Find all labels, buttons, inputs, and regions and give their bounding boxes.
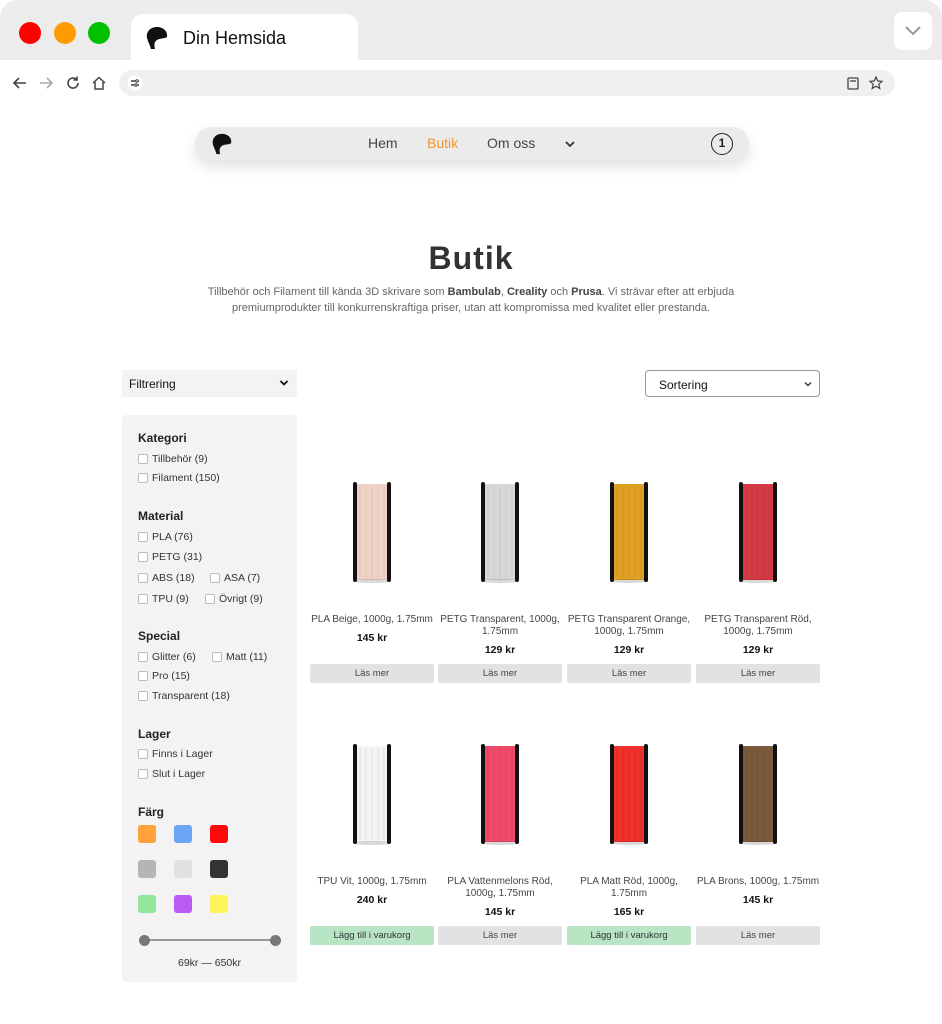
checkbox-abs[interactable]: ABS (18) <box>138 572 195 584</box>
product-name[interactable]: PLA Beige, 1000g, 1.75mm <box>306 614 438 626</box>
site-logo-icon <box>146 27 168 49</box>
chevron-down-icon <box>279 380 289 386</box>
page-title: Butik <box>428 240 514 276</box>
stock-heading: Lager <box>138 727 171 741</box>
read-more-button[interactable]: Läs mer <box>696 664 820 683</box>
home-icon[interactable] <box>90 74 108 92</box>
toolbar <box>0 60 942 106</box>
site-navbar: Hem Butik Om oss 1 <box>195 127 749 161</box>
product-price: 129 kr <box>742 644 774 656</box>
filter-sidebar: Kategori Tillbehör (9) Filament (150) Ma… <box>122 415 297 982</box>
product-price: 240 kr <box>356 894 388 906</box>
sort-dropdown-label: Sortering <box>659 378 708 392</box>
nav-link-om-oss[interactable]: Om oss <box>487 135 535 151</box>
browser-tab[interactable]: Din Hemsida <box>131 14 358 61</box>
category-heading: Kategori <box>138 431 187 445</box>
material-heading: Material <box>138 509 184 523</box>
product-image[interactable] <box>567 480 691 585</box>
read-more-button[interactable]: Läs mer <box>438 926 562 945</box>
color-heading: Färg <box>138 805 165 819</box>
filter-dropdown-label: Filtrering <box>129 377 176 391</box>
chevron-down-icon <box>804 382 812 387</box>
sort-dropdown[interactable]: Sortering <box>645 370 820 397</box>
color-swatch-yellow[interactable] <box>210 895 228 913</box>
product-price: 145 kr <box>742 894 774 906</box>
product-price: 165 kr <box>613 906 645 918</box>
product-image[interactable] <box>567 742 691 847</box>
color-swatch-black[interactable] <box>210 860 228 878</box>
checkbox-out-of-stock[interactable]: Slut i Lager <box>138 768 205 780</box>
product-image[interactable] <box>310 480 434 585</box>
page-description: Tillbehör och Filament till kända 3D skr… <box>207 286 735 314</box>
color-swatch-purple[interactable] <box>174 895 192 913</box>
checkbox-glitter[interactable]: Glitter (6) <box>138 651 196 663</box>
product-name[interactable]: TPU Vit, 1000g, 1.75mm <box>306 876 438 888</box>
product-image[interactable] <box>310 742 434 847</box>
chevron-down-icon[interactable] <box>563 137 577 151</box>
site-settings-icon[interactable] <box>127 75 143 91</box>
read-more-button[interactable]: Läs mer <box>438 664 562 683</box>
reading-list-icon[interactable] <box>845 75 861 91</box>
reload-icon[interactable] <box>64 74 82 92</box>
read-more-button[interactable]: Läs mer <box>696 926 820 945</box>
product-price: 145 kr <box>356 632 388 644</box>
color-swatch-green[interactable] <box>138 895 156 913</box>
chevron-down-icon <box>905 26 921 36</box>
site-logo-icon[interactable] <box>211 133 233 155</box>
product-name[interactable]: PETG Transparent, 1000g, 1.75mm <box>434 614 566 638</box>
color-swatch-red[interactable] <box>210 825 228 843</box>
tab-title: Din Hemsida <box>183 28 287 48</box>
price-range-track[interactable] <box>144 939 275 941</box>
checkbox-tpu[interactable]: TPU (9) <box>138 593 189 605</box>
product-price: 129 kr <box>613 644 645 656</box>
filter-dropdown[interactable]: Filtrering <box>122 370 297 397</box>
back-icon[interactable] <box>11 74 29 92</box>
price-range-label: 69kr — 650kr <box>177 957 242 969</box>
forward-icon[interactable] <box>37 74 55 92</box>
price-range-min-handle[interactable] <box>139 935 150 946</box>
checkbox-pla[interactable]: PLA (76) <box>138 531 193 543</box>
checkbox-ovrigt[interactable]: Övrigt (9) <box>205 593 263 605</box>
checkbox-filament[interactable]: Filament (150) <box>138 472 220 484</box>
checkbox-tillbehor[interactable]: Tillbehör (9) <box>138 453 208 465</box>
product-name[interactable]: PLA Matt Röd, 1000g, 1.75mm <box>563 876 695 900</box>
product-image[interactable] <box>438 480 562 585</box>
checkbox-petg[interactable]: PETG (31) <box>138 551 202 563</box>
product-name[interactable]: PLA Brons, 1000g, 1.75mm <box>692 876 824 888</box>
special-heading: Special <box>138 629 181 643</box>
close-window-button[interactable] <box>19 22 41 44</box>
tab-search-button[interactable] <box>894 12 932 50</box>
read-more-button[interactable]: Läs mer <box>310 664 434 683</box>
color-swatch-gray[interactable] <box>138 860 156 878</box>
color-swatch-light-gray[interactable] <box>174 860 192 878</box>
checkbox-asa[interactable]: ASA (7) <box>210 572 260 584</box>
product-price: 129 kr <box>484 644 516 656</box>
address-bar[interactable] <box>119 70 895 96</box>
product-image[interactable] <box>696 480 820 585</box>
product-name[interactable]: PETG Transparent Orange, 1000g, 1.75mm <box>563 614 695 638</box>
checkbox-matt[interactable]: Matt (11) <box>212 651 267 663</box>
read-more-button[interactable]: Läs mer <box>567 664 691 683</box>
tab-bar: Din Hemsida <box>0 0 942 61</box>
maximize-window-button[interactable] <box>88 22 110 44</box>
add-to-cart-button[interactable]: Lägg till i varukorg <box>310 926 434 945</box>
browser-window: Din Hemsida Hem Butik Om oss 1 Butik Til… <box>0 0 942 1024</box>
checkbox-pro[interactable]: Pro (15) <box>138 670 190 682</box>
checkbox-in-stock[interactable]: Finns i Lager <box>138 748 213 760</box>
color-swatch-orange[interactable] <box>138 825 156 843</box>
nav-link-hem[interactable]: Hem <box>368 135 398 151</box>
product-name[interactable]: PETG Transparent Röd, 1000g, 1.75mm <box>692 614 824 638</box>
price-range-max-handle[interactable] <box>270 935 281 946</box>
checkbox-transparent[interactable]: Transparent (18) <box>138 690 230 702</box>
add-to-cart-button[interactable]: Lägg till i varukorg <box>567 926 691 945</box>
nav-link-butik[interactable]: Butik <box>427 135 458 151</box>
color-swatch-blue[interactable] <box>174 825 192 843</box>
product-image[interactable] <box>696 742 820 847</box>
cart-count-badge[interactable]: 1 <box>711 133 733 155</box>
product-image[interactable] <box>438 742 562 847</box>
product-price: 145 kr <box>484 906 516 918</box>
minimize-window-button[interactable] <box>54 22 76 44</box>
bookmark-star-icon[interactable] <box>868 75 884 91</box>
product-name[interactable]: PLA Vattenmelons Röd, 1000g, 1.75mm <box>434 876 566 900</box>
